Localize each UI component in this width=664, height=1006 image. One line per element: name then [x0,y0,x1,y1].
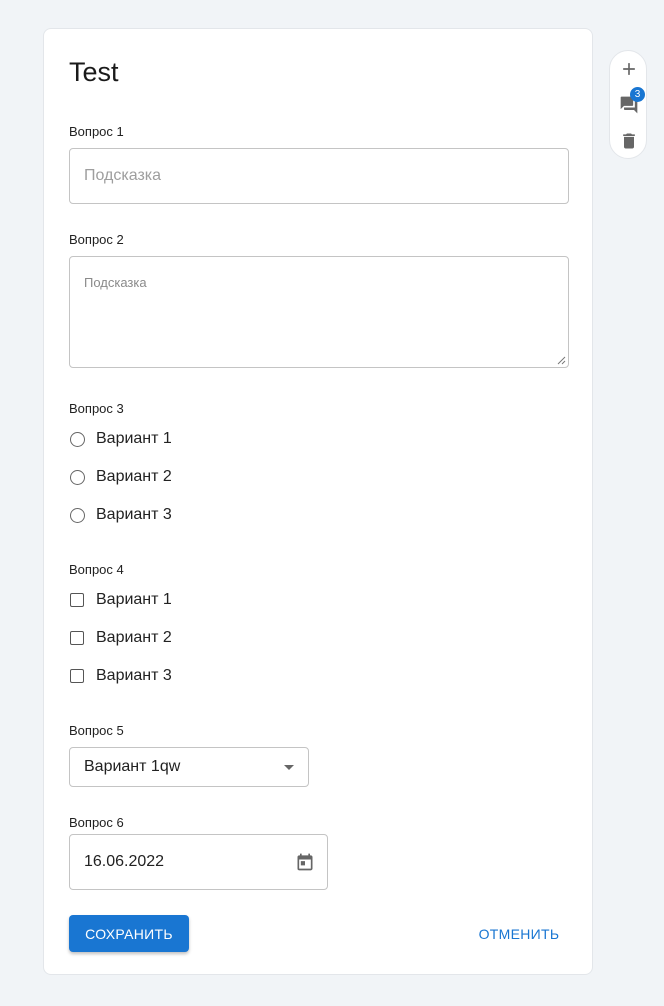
checkbox-option-label: Вариант 3 [96,667,172,684]
radio-button[interactable] [70,507,85,523]
cancel-button[interactable]: ОТМЕНИТЬ [469,915,569,952]
question-6-date-field[interactable]: 16.06.2022 [69,834,328,890]
checkbox-option[interactable]: Вариант 2 [69,627,172,649]
question-1-input[interactable] [70,149,568,203]
radio-button[interactable] [70,469,85,485]
radio-button[interactable] [70,431,85,447]
save-button[interactable]: СОХРАНИТЬ [69,915,189,952]
question-4-label: Вопрос 4 [69,562,124,577]
question-3-label: Вопрос 3 [69,401,124,416]
radio-option[interactable]: Вариант 1 [69,428,172,450]
trash-icon[interactable] [619,131,639,151]
form-card: Test Вопрос 1 Вопрос 2 Вопрос 3 Вариант … [43,28,593,975]
radio-option-label: Вариант 2 [96,468,172,485]
checkbox[interactable] [70,631,84,645]
date-value: 16.06.2022 [84,853,165,870]
checkbox-option[interactable]: Вариант 1 [69,589,172,611]
checkbox[interactable] [70,669,84,683]
radio-option[interactable]: Вариант 2 [69,466,172,488]
plus-icon[interactable] [619,59,639,79]
checkbox-option[interactable]: Вариант 3 [69,665,172,687]
question-1-field [69,148,569,204]
checkbox-option-label: Вариант 2 [96,629,172,646]
radio-option-label: Вариант 1 [96,430,172,447]
question-1-label: Вопрос 1 [69,124,124,139]
question-2-textarea[interactable] [70,257,568,367]
checkbox-option-label: Вариант 1 [96,591,172,608]
comments-count-badge: 3 [630,87,645,102]
checkbox[interactable] [70,593,84,607]
side-toolbar: 3 [609,50,647,159]
resize-handle-icon[interactable] [557,356,566,365]
question-2-field [69,256,569,368]
select-value: Вариант 1qw [84,758,181,775]
calendar-icon[interactable] [295,852,315,872]
question-6-label: Вопрос 6 [69,815,124,830]
question-5-select[interactable]: Вариант 1qw [69,747,309,787]
question-5-label: Вопрос 5 [69,723,124,738]
dropdown-arrow-icon[interactable] [284,765,294,770]
radio-option[interactable]: Вариант 3 [69,504,172,526]
radio-option-label: Вариант 3 [96,506,172,523]
form-title: Test [69,57,119,87]
question-2-label: Вопрос 2 [69,232,124,247]
